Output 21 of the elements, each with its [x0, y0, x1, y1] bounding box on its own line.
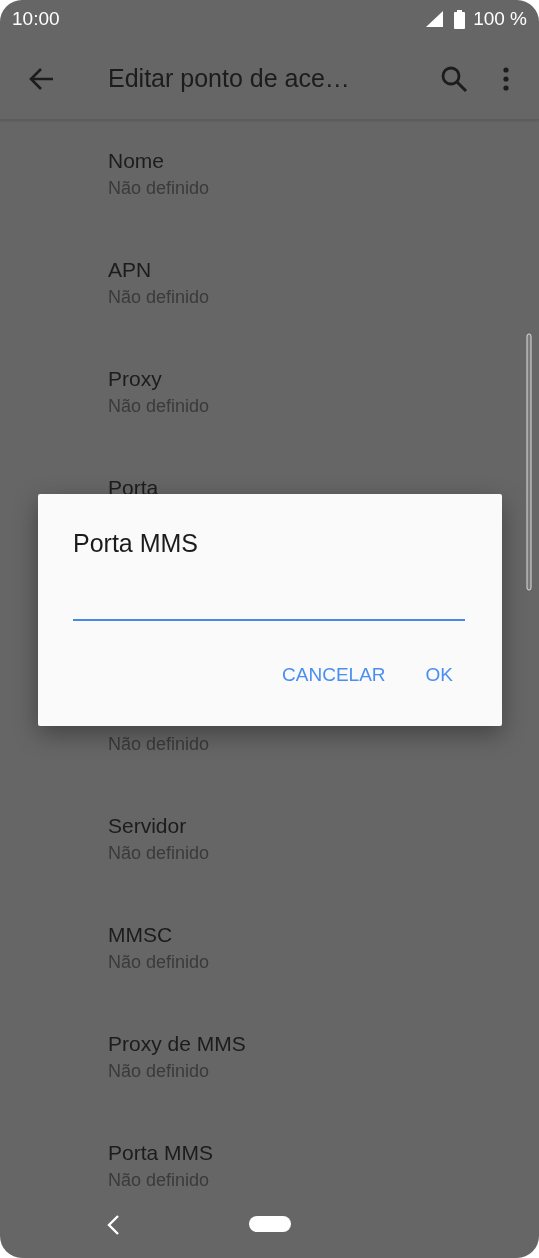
setting-title: Nome	[108, 148, 165, 174]
dialog-button[interactable]: OK	[425, 661, 453, 690]
nav-back-icon[interactable]	[106, 1214, 120, 1236]
battery-percentage: 100 %	[473, 6, 527, 31]
setting-title: Proxy	[108, 366, 162, 392]
setting-title: Porta MMS	[108, 1140, 214, 1166]
dialog-button[interactable]: CANCELAR	[282, 661, 386, 690]
setting-title: MMSC	[108, 922, 173, 948]
home-pill[interactable]	[249, 1216, 291, 1232]
more-icon	[503, 66, 509, 91]
setting-title: Servidor	[108, 813, 187, 839]
app-bar-title: Editar ponto de ace…	[108, 62, 350, 94]
setting-title: Proxy de MMS	[108, 1031, 246, 1057]
signal-icon	[426, 11, 445, 27]
battery-icon	[454, 9, 466, 29]
dialog-title: Porta MMS	[73, 528, 199, 559]
more-button[interactable]	[500, 64, 512, 93]
status-time: 10:00	[12, 6, 60, 31]
back-arrow-icon	[29, 66, 55, 91]
setting-title: APN	[108, 257, 152, 283]
search-icon	[440, 64, 468, 93]
